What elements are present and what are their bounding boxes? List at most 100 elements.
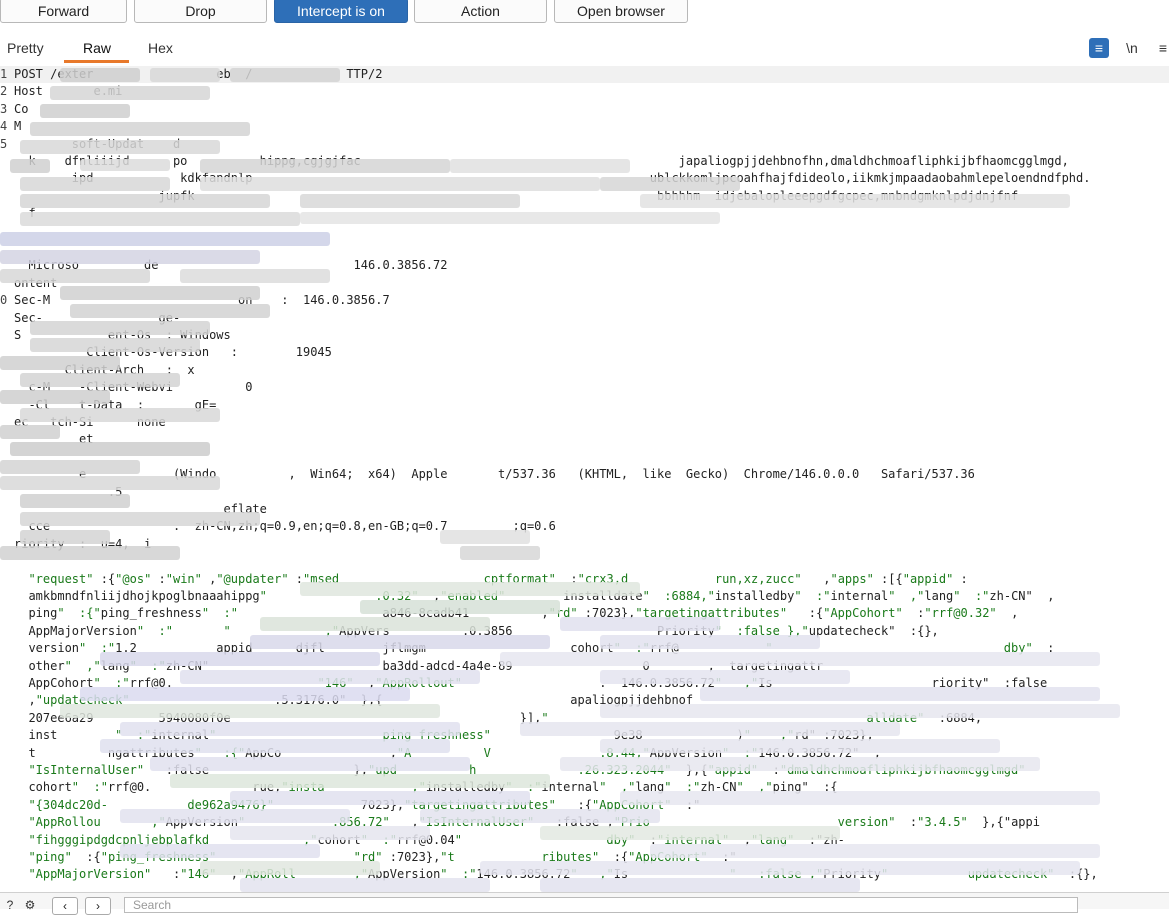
message-view-tabs: Pretty Raw Hex ≡ \n ≡ [0,34,1169,64]
next-match-button[interactable]: › [85,897,111,915]
line-number: 1 [0,67,8,81]
redaction-block [700,687,1100,701]
redaction-block [100,739,450,753]
redaction-block [80,159,170,171]
redaction-block [70,304,270,318]
redaction-block [20,212,300,226]
redaction-block [20,512,260,526]
active-tab-indicator [64,60,129,63]
redaction-block [80,687,410,701]
open-browser-button[interactable]: Open browser [554,0,688,23]
redaction-block [480,861,1080,875]
redaction-block [30,321,210,335]
redaction-block [0,546,180,560]
redaction-block [0,476,220,490]
redaction-block [260,617,490,631]
redaction-block [300,194,520,208]
redaction-block [620,791,1100,805]
redaction-block [560,757,1040,771]
redaction-block [0,460,140,474]
redaction-block [240,878,490,892]
redaction-block [600,635,820,649]
help-icon[interactable]: ? [2,897,18,913]
action-button[interactable]: Action [414,0,547,23]
tab-pretty[interactable]: Pretty [7,40,44,56]
redaction-block [0,425,60,439]
redaction-block [360,600,560,614]
redaction-block [20,408,220,422]
line-number: 4 [0,119,8,134]
redaction-block [120,722,460,736]
redaction-block [200,177,600,191]
show-newlines-icon[interactable]: \n [1122,38,1142,58]
redaction-block [0,232,330,246]
line-number: 2 [0,84,8,99]
redaction-block [40,104,130,118]
tab-hex[interactable]: Hex [148,40,173,56]
redaction-block [420,809,660,823]
redaction-block [150,757,470,771]
word-wrap-icon[interactable]: ≡ [1089,38,1109,58]
redaction-block [200,159,450,173]
redaction-block [30,122,250,136]
search-input[interactable]: Search [124,897,1078,913]
redaction-block [20,494,130,508]
tab-raw[interactable]: Raw [83,40,111,56]
redaction-block [230,68,340,82]
redaction-block [560,617,720,631]
line-number: 5 [0,136,8,151]
line-number: 3 [0,101,8,116]
redaction-block [50,86,210,100]
redaction-block [0,269,150,283]
redaction-block [230,826,430,840]
redaction-block [230,791,530,805]
drop-button[interactable]: Drop [134,0,267,23]
redaction-block [170,774,550,788]
redaction-block [120,844,320,858]
redaction-block [20,530,110,544]
redaction-block [20,194,270,208]
redaction-block [600,670,850,684]
redaction-block [0,390,110,404]
menu-icon[interactable]: ≡ [1153,38,1169,58]
previous-match-button[interactable]: ‹ [52,897,78,915]
settings-gear-icon[interactable]: ⚙ [22,897,38,913]
redaction-block [10,442,210,456]
redaction-block [0,356,120,370]
redaction-block [20,177,170,191]
redaction-block [450,159,630,173]
request-editor[interactable]: 123450 POST /exter eb / TTP/2Host e.mi C… [0,64,1169,892]
redaction-block [60,68,140,82]
forward-button[interactable]: Forward [0,0,127,23]
redaction-block [100,652,380,666]
redaction-block [640,194,1070,208]
redaction-block [650,844,1100,858]
redaction-block [600,739,1000,753]
bottom-bar: ? ⚙ ‹ › Search [0,892,1169,915]
redaction-block [300,582,640,596]
redaction-block [250,635,550,649]
redaction-block [200,861,380,875]
redaction-block [540,878,860,892]
redaction-block [60,704,440,718]
redaction-block [520,722,900,736]
redaction-block [10,159,50,173]
redaction-block [540,826,840,840]
redaction-block [20,140,220,154]
redaction-block [600,704,1120,718]
redaction-block [60,286,260,300]
redaction-block [20,373,180,387]
redaction-block [150,68,220,82]
redaction-block [120,809,350,823]
redaction-block [600,177,740,191]
redaction-block [460,546,540,560]
redaction-block [180,269,330,283]
redaction-block [0,250,260,264]
redaction-block [30,338,200,352]
redaction-block [500,652,1100,666]
intercept-toggle-button[interactable]: Intercept is on [274,0,408,23]
redaction-block [440,530,530,544]
redaction-block [180,670,480,684]
redaction-block [300,212,720,224]
toolbar: Forward Drop Intercept is on Action Open… [0,0,1169,26]
